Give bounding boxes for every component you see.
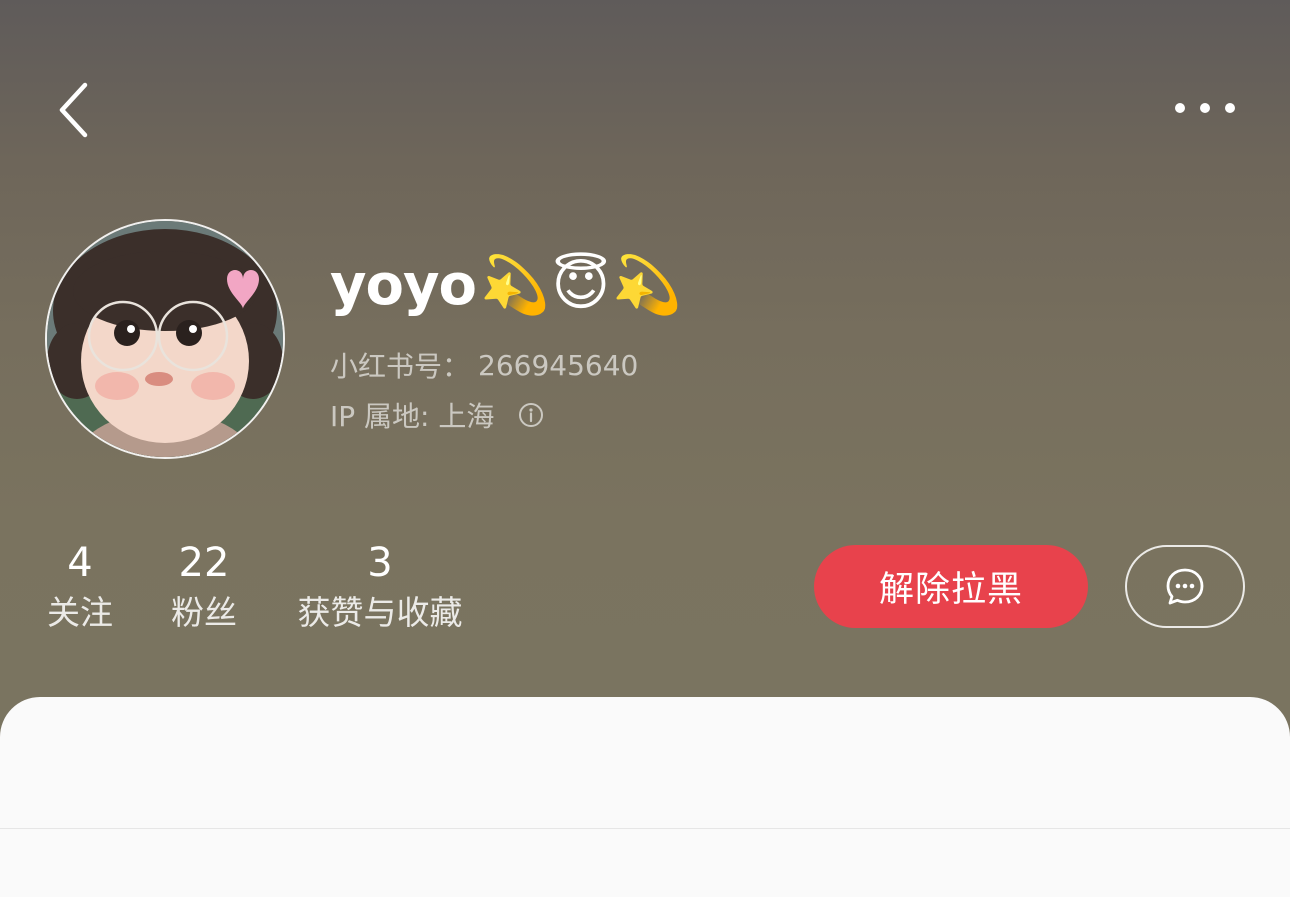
red-id-value: 266945640 bbox=[478, 348, 639, 382]
username-text: yoyo bbox=[330, 252, 477, 318]
back-button[interactable] bbox=[44, 72, 104, 148]
username: yoyo 💫😇💫 bbox=[330, 245, 684, 325]
following-count: 4 bbox=[67, 540, 93, 586]
more-dots-icon bbox=[1175, 103, 1235, 113]
red-id-label: 小红书号： bbox=[330, 350, 471, 383]
stat-following[interactable]: 4 关注 bbox=[40, 540, 120, 636]
chevron-left-icon bbox=[59, 82, 88, 138]
ip-location-label: IP 属地: 上海 bbox=[330, 400, 495, 433]
followers-count: 22 bbox=[178, 540, 230, 586]
content-card bbox=[0, 697, 1290, 897]
chat-bubble-icon bbox=[1166, 568, 1204, 604]
more-button[interactable] bbox=[1160, 88, 1250, 128]
stat-likes-collects[interactable]: 3 获赞与收藏 bbox=[290, 540, 470, 636]
avatar-image bbox=[47, 221, 283, 457]
message-button[interactable] bbox=[1125, 545, 1245, 628]
info-icon[interactable] bbox=[518, 402, 544, 428]
ip-location-row: IP 属地: 上海 bbox=[330, 395, 544, 435]
following-label: 关注 bbox=[47, 593, 113, 632]
stat-followers[interactable]: 22 粉丝 bbox=[164, 540, 244, 636]
likes-collects-count: 3 bbox=[367, 540, 393, 586]
avatar[interactable] bbox=[45, 219, 285, 459]
red-id-row: 小红书号： 266945640 bbox=[330, 345, 638, 385]
tab-divider bbox=[0, 828, 1290, 829]
unblock-button[interactable]: 解除拉黑 bbox=[814, 545, 1088, 628]
likes-collects-label: 获赞与收藏 bbox=[297, 593, 463, 632]
followers-label: 粉丝 bbox=[171, 593, 237, 632]
username-emoji: 💫😇💫 bbox=[479, 253, 684, 318]
